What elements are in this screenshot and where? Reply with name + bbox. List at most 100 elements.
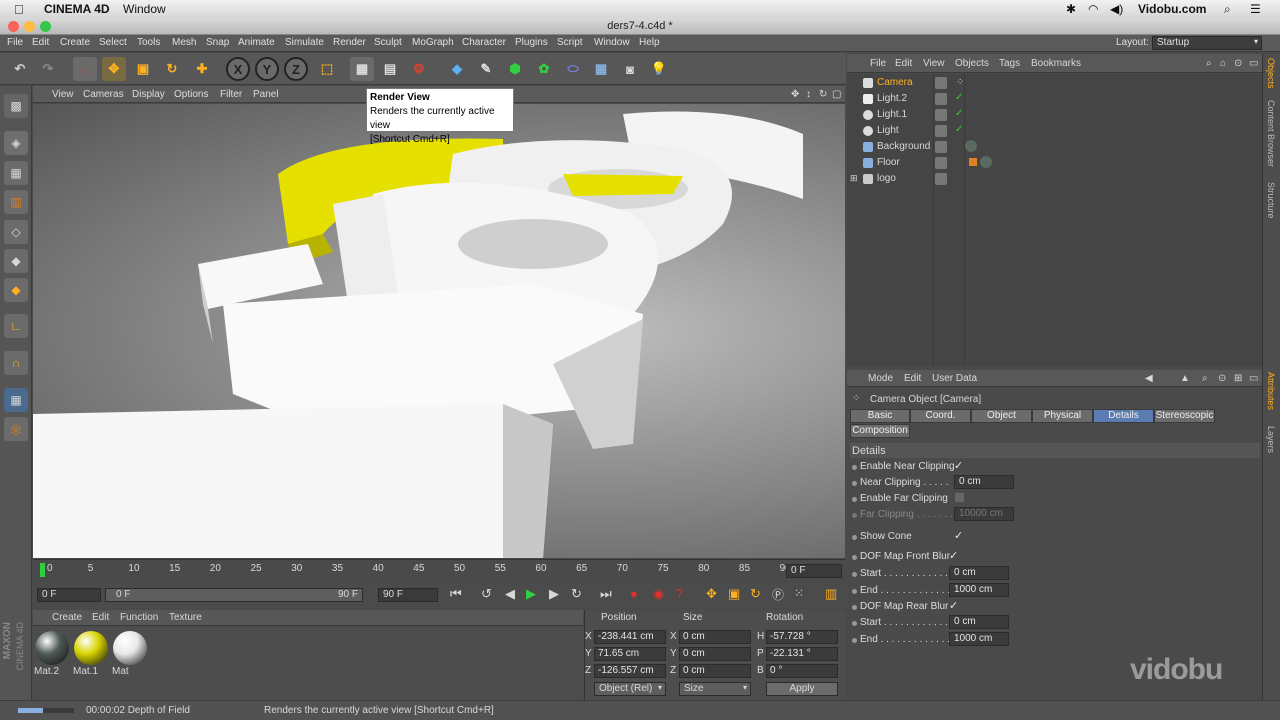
compositing-tag-icon[interactable] [969,158,977,166]
model-mode-icon[interactable]: ◈ [4,131,28,155]
side-tab-structure[interactable]: Structure [1266,182,1276,219]
step-back-icon[interactable]: ◀ [505,586,515,602]
viewport-menu-view[interactable]: View [52,89,74,100]
search-icon[interactable]: ⌕ [1202,373,1208,384]
animate-dot[interactable] [852,572,857,577]
side-tab-content-browser[interactable]: Content Browser [1266,100,1276,167]
attr-menu-mode[interactable]: Mode [868,373,893,384]
axis-mode-icon[interactable]: ∟ [4,314,28,338]
show-cone-checkbox[interactable]: ✓ [954,529,963,542]
spline-pen-icon[interactable]: ✎ [474,57,498,81]
snapping-icon[interactable]: ▦ [4,388,28,412]
pos-z-field[interactable]: -126.557 cm [594,664,666,678]
deformer-icon[interactable]: ⬭ [561,57,585,81]
object-row-light-2[interactable]: Light.2 ✓ [847,91,1262,107]
app-name-menu[interactable]: CINEMA 4D [44,2,110,16]
make-editable-icon[interactable]: ▩ [4,94,28,118]
camera-tag-icon[interactable]: ⁘ [956,77,964,88]
playhead-marker[interactable] [40,563,45,577]
close-window-button[interactable] [8,21,19,32]
menu-file[interactable]: File [7,37,23,48]
menu-select[interactable]: Select [99,37,127,48]
obj-menu-view[interactable]: View [923,58,945,69]
tab-physical[interactable]: Physical [1032,409,1093,423]
attr-menu-edit[interactable]: Edit [904,373,921,384]
live-selection-icon[interactable]: ◌ [73,57,97,81]
bluetooth-icon[interactable]: ✱ [1066,2,1076,16]
object-row-logo[interactable]: ⊞ logo [847,171,1262,187]
attr-menu-user-data[interactable]: User Data [932,373,977,384]
play-icon[interactable]: ▶ [526,586,536,602]
viewport-menu-cameras[interactable]: Cameras [83,89,124,100]
tab-stereoscopic[interactable]: Stereoscopic [1154,409,1215,423]
step-forward-icon[interactable]: ▶ [549,586,559,602]
animate-dot[interactable] [852,513,857,518]
animate-dot[interactable] [852,605,857,610]
animate-dot[interactable] [852,535,857,540]
wifi-icon[interactable]: ◠ [1088,2,1098,16]
render-picture-viewer-icon[interactable]: ▤ [378,57,402,81]
edges-mode-icon[interactable]: ◆ [4,249,28,273]
key-position-icon[interactable]: ✥ [706,586,717,602]
lock-icon[interactable]: ⊙ [1234,58,1242,69]
animate-dot[interactable] [852,497,857,502]
material-item[interactable]: Mat [111,629,148,679]
light-object-icon[interactable]: 💡 [647,57,671,81]
timeline-window-icon[interactable]: ▥ [825,586,837,602]
viewport-menu-filter[interactable]: Filter [220,89,242,100]
render-settings-icon[interactable]: ⚙ [407,57,431,81]
obj-menu-tags[interactable]: Tags [999,58,1020,69]
menu-window[interactable]: Window [594,37,630,48]
layer-icon[interactable] [935,157,947,169]
viewport-rotate-icon[interactable]: ↻ [819,89,827,100]
material-item[interactable]: Mat.2 [33,629,70,679]
object-row-floor[interactable]: Floor [847,155,1262,171]
home-icon[interactable]: ⌂ [1220,58,1226,69]
menu-mesh[interactable]: Mesh [172,37,196,48]
preview-range-slider[interactable]: 0 F 90 F [105,588,363,602]
material-menu-function[interactable]: Function [120,612,158,623]
rot-p-field[interactable]: -22.131 ° [766,647,838,661]
x-axis-lock-button[interactable]: X [226,57,250,81]
viewport-menu-panel[interactable]: Panel [253,89,279,100]
y-axis-lock-button[interactable]: Y [255,57,279,81]
menu-mograph[interactable]: MoGraph [412,37,454,48]
texture-mode-icon[interactable]: ▦ [4,161,28,185]
new-window-icon[interactable]: ⊞ [1234,373,1242,384]
viewport-zoom-icon[interactable]: ↕ [806,89,811,100]
dof-rear-blur-checkbox[interactable]: ✓ [949,599,958,612]
tab-object[interactable]: Object [971,409,1032,423]
tweak-mode-icon[interactable]: ∩ [4,351,28,375]
go-to-end-icon[interactable]: ⏭ [600,586,612,602]
render-view-icon[interactable]: ▦ [350,57,374,81]
front-start-field[interactable]: 0 cm [949,566,1009,580]
object-row-background[interactable]: Background [847,139,1262,155]
tab-coord[interactable]: Coord. [910,409,971,423]
timeline-ruler[interactable]: 051015202530354045505560657075808590 0 F [33,559,845,581]
side-tab-attributes[interactable]: Attributes [1266,372,1276,410]
layer-icon[interactable] [935,109,947,121]
object-row-light-1[interactable]: Light.1 ✓ [847,107,1262,123]
tab-composition[interactable]: Composition [850,424,910,438]
previous-key-icon[interactable]: ↺ [481,586,492,602]
points-mode-icon[interactable]: ◇ [4,220,28,244]
menu-edit[interactable]: Edit [32,37,49,48]
menu-help[interactable]: Help [639,37,660,48]
rear-start-field[interactable]: 0 cm [949,615,1009,629]
key-parameter-icon[interactable]: Ⓟ [772,586,784,603]
animate-dot[interactable] [852,481,857,486]
enable-near-clipping-checkbox[interactable]: ✓ [954,459,963,472]
side-tab-objects[interactable]: Objects [1266,58,1276,89]
rear-end-field[interactable]: 1000 cm [949,632,1009,646]
search-icon[interactable]: ⌕ [1206,58,1212,69]
volume-icon[interactable]: ◀) [1110,2,1123,16]
material-item[interactable]: Mat.1 [72,629,109,679]
workplane-mode-icon[interactable]: ▥ [4,190,28,214]
collapse-icon[interactable]: ▭ [1249,58,1258,69]
menu-simulate[interactable]: Simulate [285,37,324,48]
material-tag-icon[interactable] [980,156,992,168]
cloner-icon[interactable]: ✿ [532,57,556,81]
obj-menu-file[interactable]: File [870,58,886,69]
keyframe-selection-icon[interactable]: ? [676,586,683,601]
menu-script[interactable]: Script [557,37,583,48]
